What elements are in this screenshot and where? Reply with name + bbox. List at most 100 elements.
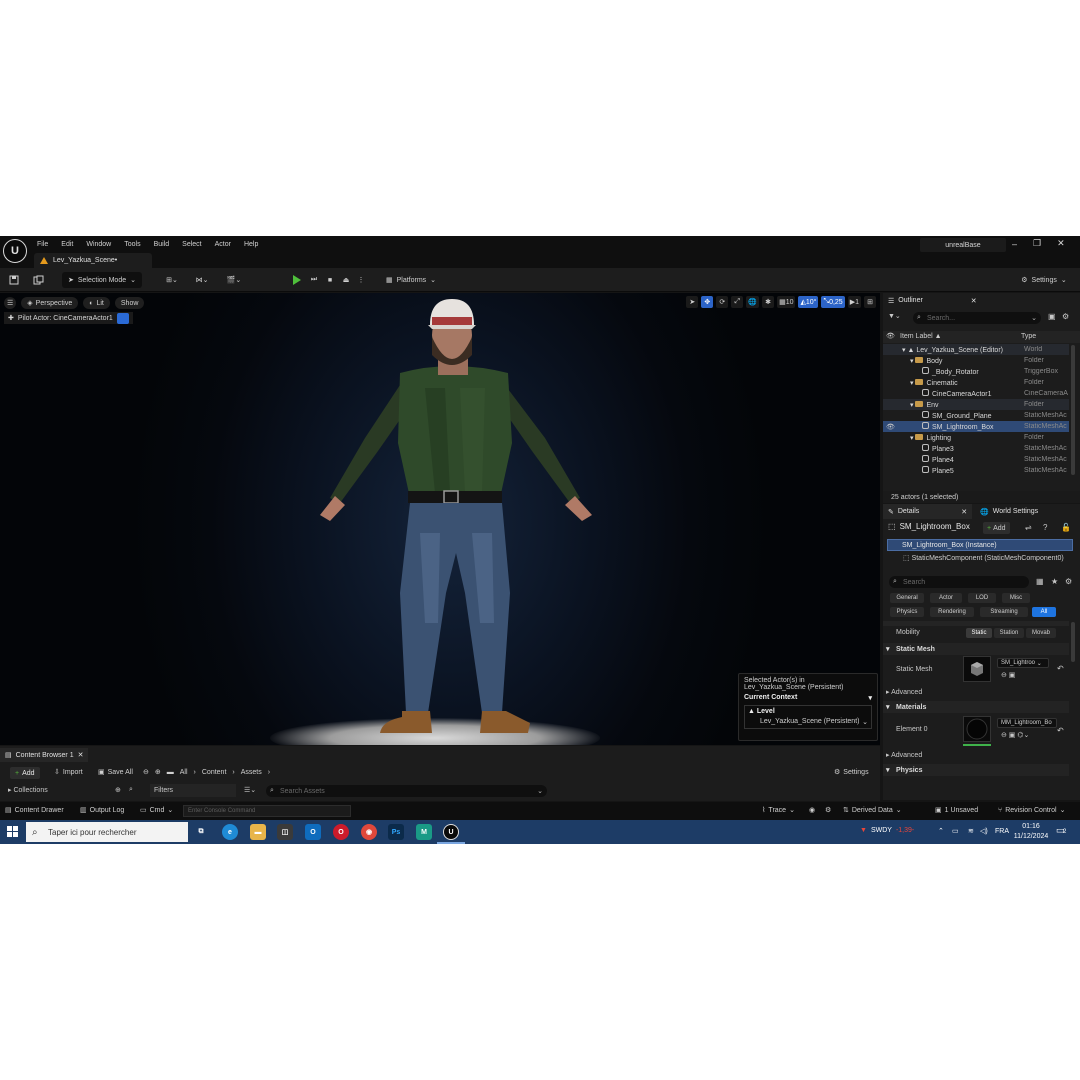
menu-select[interactable]: Select <box>182 241 201 248</box>
use-browse-icons[interactable]: ⊖ ▣ <box>1001 671 1015 679</box>
taskbar-search-input[interactable]: ⌕ Taper ici pour rechercher <box>26 822 188 842</box>
outliner-row-folder[interactable]: ▾ Cinematic Folder <box>883 377 1069 388</box>
store-icon[interactable]: ◫ <box>277 824 293 840</box>
details-add-button[interactable]: + Add <box>983 522 1010 534</box>
collections-row[interactable]: ▸ Collections <box>8 786 48 794</box>
menu-help[interactable]: Help <box>244 241 258 248</box>
surface-snap-icon[interactable]: ✱ <box>762 296 775 308</box>
level-viewport[interactable]: ☰ ◈ Perspective ◐ Lit Show ✚ Pilot Actor: … <box>0 293 880 745</box>
rotation-snap-button[interactable]: ◭ 10° <box>798 296 819 308</box>
filters-box[interactable]: Filters <box>150 784 236 797</box>
blueprint-icon[interactable]: ⋈⌄ <box>190 272 214 288</box>
pin-icon[interactable]: ✚ <box>8 314 14 322</box>
section-physics[interactable]: ▾ Physics <box>883 764 1069 776</box>
trace-dropdown[interactable]: ⌇ Trace ⌄ <box>762 806 795 815</box>
outliner-row-actor[interactable]: Plane4 StaticMeshAc <box>883 454 1069 465</box>
selection-mode-dropdown[interactable]: ➤ Selection Mode ⌄ <box>62 272 142 288</box>
mobility-movable[interactable]: Movab <box>1026 628 1056 638</box>
category-streaming[interactable]: Streaming <box>980 607 1028 617</box>
language-indicator[interactable]: FRA <box>995 828 1009 835</box>
section-materials[interactable]: ▾ Materials <box>883 701 1069 713</box>
content-drawer-button[interactable]: ▤ Content Drawer <box>5 806 64 815</box>
category-physics[interactable]: Physics <box>890 607 924 617</box>
unreal-taskbar-icon[interactable]: U <box>443 824 459 840</box>
static-mesh-dropdown[interactable]: SM_Lightroo ⌄ <box>997 658 1049 668</box>
maximize-icon[interactable]: ❐ <box>1033 238 1041 249</box>
minimize-icon[interactable]: – <box>1012 239 1017 249</box>
cb-save-all-button[interactable]: ▣ Save All <box>98 768 133 777</box>
outliner-row-actor[interactable]: Plane5 StaticMeshAc <box>883 465 1069 476</box>
folder-add-icon[interactable]: ▣ <box>1048 312 1056 321</box>
world-settings-tab[interactable]: 🌐 World Settings <box>975 504 1043 519</box>
save-icon[interactable] <box>6 272 22 288</box>
volume-icon[interactable]: ◁) <box>980 827 988 835</box>
gear-icon[interactable]: ⚙ <box>1062 312 1069 321</box>
rotate-tool-icon[interactable]: ⟳ <box>716 296 729 308</box>
details-scrollbar[interactable] <box>1071 622 1075 662</box>
play-button[interactable] <box>290 272 304 288</box>
lock-icon[interactable]: 🔓 <box>1061 523 1071 532</box>
details-tab[interactable]: ✎ Details ✕ <box>883 504 973 519</box>
menu-build[interactable]: Build <box>154 241 170 248</box>
outliner-row-actor[interactable]: _Body_Rotator TriggerBox <box>883 366 1069 377</box>
photoshop-icon[interactable]: Ps <box>388 824 404 840</box>
move-tool-icon[interactable]: ✥ <box>701 296 714 308</box>
notification-icon[interactable]: ▭ 2 <box>1056 825 1068 837</box>
lit-button[interactable]: ◐ Lit <box>83 297 110 309</box>
character-model[interactable] <box>260 293 650 745</box>
cb-search-input[interactable]: ⌕ Search Assets ⌄ <box>266 785 547 797</box>
stock-widget[interactable]: ▼ SWDY -1,39- <box>860 827 914 834</box>
category-all[interactable]: All <box>1032 607 1056 617</box>
current-context-header[interactable]: Current Context ▾ <box>744 694 872 702</box>
reset-icon[interactable]: ↶ <box>1057 664 1064 673</box>
back-icon[interactable]: ⊖ <box>143 768 149 776</box>
folder-icon[interactable]: ▬ <box>167 769 174 776</box>
opera-icon[interactable]: O <box>333 824 349 840</box>
cinematics-icon[interactable]: 🎬⌄ <box>222 272 246 288</box>
outliner-row-selected[interactable]: 👁 SM_Lightroom_Box StaticMeshAc <box>883 421 1069 432</box>
filter-icon[interactable]: ▼⌄ <box>888 312 901 320</box>
search-icon[interactable]: ⌕ <box>129 786 133 794</box>
output-log-button[interactable]: ▥ Output Log <box>80 806 124 815</box>
perspective-button[interactable]: ◈ Perspective <box>21 297 79 309</box>
scale-snap-button[interactable]: ⤡ 0,25 <box>821 296 845 308</box>
outliner-scrollbar[interactable] <box>1071 345 1075 475</box>
cb-add-button[interactable]: + Add <box>10 767 40 779</box>
category-rendering[interactable]: Rendering <box>930 607 974 617</box>
help-icon[interactable]: ? <box>1043 523 1047 532</box>
settings-small-icon[interactable]: ⚙ <box>825 806 831 814</box>
outliner-row-folder[interactable]: ▾ Body Folder <box>883 355 1069 366</box>
close-icon[interactable]: ✕ <box>1057 238 1065 249</box>
outliner-tab[interactable]: ☰ Outliner ✕ <box>883 293 982 308</box>
outliner-row-actor[interactable]: SM_Ground_Plane StaticMeshAc <box>883 410 1069 421</box>
scale-tool-icon[interactable]: ⤢ <box>731 296 744 308</box>
close-tab-icon[interactable]: ✕ <box>78 751 84 759</box>
star-icon[interactable]: ★ <box>1051 577 1058 586</box>
menu-window[interactable]: Window <box>86 241 111 248</box>
file-explorer-icon[interactable]: ▬ <box>250 824 266 840</box>
advanced-row[interactable]: ▸ Advanced <box>886 688 922 696</box>
stop-icon[interactable]: ■ <box>323 272 337 288</box>
mobility-stationary[interactable]: Station <box>994 628 1024 638</box>
menu-edit[interactable]: Edit <box>61 241 73 248</box>
taskbar-clock[interactable]: 01:16 11/12/2024 <box>1012 822 1050 842</box>
content-browser-tab[interactable]: ▤ Content Browser 1 ✕ <box>0 748 89 762</box>
component-instance-row[interactable]: SM_Lightroom_Box (Instance) <box>887 539 1073 551</box>
hamburger-icon[interactable]: ☰ <box>4 297 17 309</box>
browse-icon[interactable] <box>30 272 46 288</box>
platforms-dropdown[interactable]: ▦ Platforms ⌄ <box>382 272 440 288</box>
select-tool-icon[interactable]: ➤ <box>686 296 699 308</box>
show-button[interactable]: Show <box>114 297 145 309</box>
grid-view-icon[interactable]: ▦ <box>1036 577 1044 586</box>
close-tab-icon[interactable]: ✕ <box>971 297 977 305</box>
camera-speed-button[interactable]: ▶ 1 <box>847 296 861 308</box>
menu-actor[interactable]: Actor <box>215 241 231 248</box>
outliner-row-folder[interactable]: ▾ Lighting Folder <box>883 432 1069 443</box>
blueprint-convert-icon[interactable]: ⇌ <box>1025 523 1032 532</box>
marmoset-icon[interactable]: M <box>416 824 432 840</box>
path-content[interactable]: Content <box>202 769 227 776</box>
wifi-icon[interactable]: ≋ <box>968 827 974 835</box>
material-browse-icons[interactable]: ⊖ ▣ ⌬⌄ <box>1001 731 1029 739</box>
outliner-row-world[interactable]: ▾ ▲ Lev_Yazkua_Scene (Editor) World <box>883 344 1069 355</box>
revision-control-dropdown[interactable]: ⑂ Revision Control ⌄ <box>998 806 1065 815</box>
